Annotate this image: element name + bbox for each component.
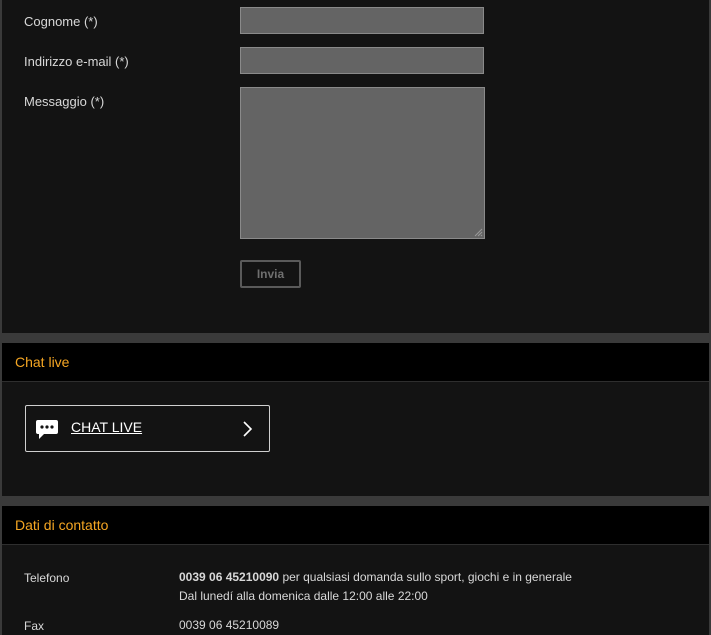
contact-page: Cognome (*) Indirizzo e-mail (*) Messagg… [0, 0, 711, 635]
chat-live-label: CHAT LIVE [71, 419, 143, 435]
resize-grip-icon[interactable] [474, 228, 483, 237]
message-label: Messaggio (*) [24, 94, 105, 109]
message-textarea[interactable] [240, 87, 485, 239]
phone-hours: Dal lunedí alla domenica dalle 12:00 all… [179, 589, 428, 603]
chat-section-title: Chat live [15, 354, 70, 370]
surname-input[interactable] [240, 7, 484, 34]
email-label: Indirizzo e-mail (*) [24, 54, 129, 69]
chat-section-header: Chat live [2, 343, 709, 382]
phone-description: per qualsiasi domanda sullo sport, gioch… [279, 570, 572, 584]
chat-live-panel: Chat live CHAT LIVE [2, 343, 709, 496]
email-input[interactable] [240, 47, 484, 74]
fax-number: 0039 06 45210089 [179, 618, 280, 632]
fax-label: Fax [24, 619, 45, 633]
phone-info: 0039 06 45210090 per qualsiasi domanda s… [179, 568, 572, 587]
contact-data-panel: Dati di contatto Telefono 0039 06 452100… [2, 506, 709, 635]
phone-label: Telefono [24, 571, 70, 585]
chat-live-button[interactable]: CHAT LIVE [25, 405, 270, 452]
contact-section-header: Dati di contatto [2, 506, 709, 545]
chat-bubble-icon [36, 420, 58, 439]
contact-section-title: Dati di contatto [15, 517, 109, 533]
chevron-right-icon [243, 421, 253, 437]
surname-label: Cognome (*) [24, 14, 98, 29]
contact-form-panel: Cognome (*) Indirizzo e-mail (*) Messagg… [2, 0, 709, 333]
send-button[interactable]: Invia [240, 260, 301, 288]
phone-number[interactable]: 0039 06 45210090 [179, 570, 279, 584]
